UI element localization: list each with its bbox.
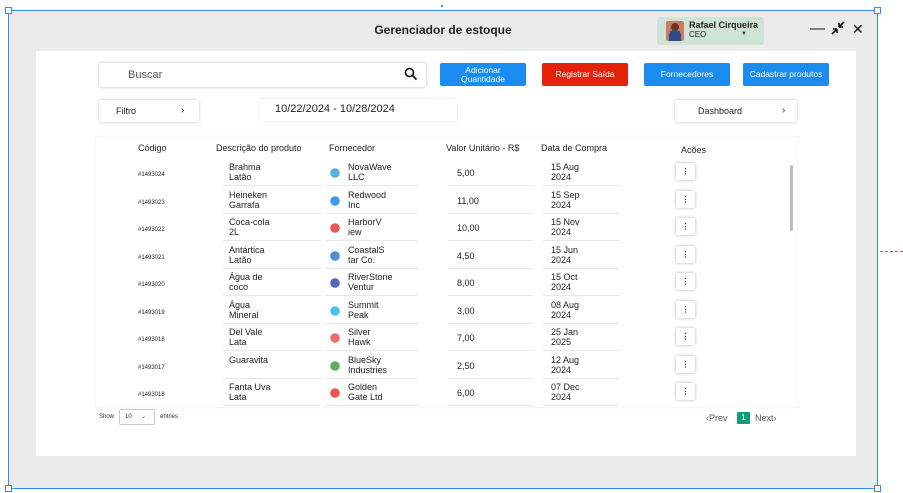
selection-frame — [8, 10, 878, 489]
resize-handle[interactable] — [874, 7, 881, 14]
guide-line — [880, 251, 903, 252]
anchor-dot — [441, 5, 443, 7]
resize-handle[interactable] — [5, 7, 12, 14]
resize-handle[interactable] — [5, 485, 12, 492]
resize-handle[interactable] — [874, 485, 881, 492]
design-canvas: Gerenciador de estoque Rafael Cirqueira … — [0, 0, 903, 493]
